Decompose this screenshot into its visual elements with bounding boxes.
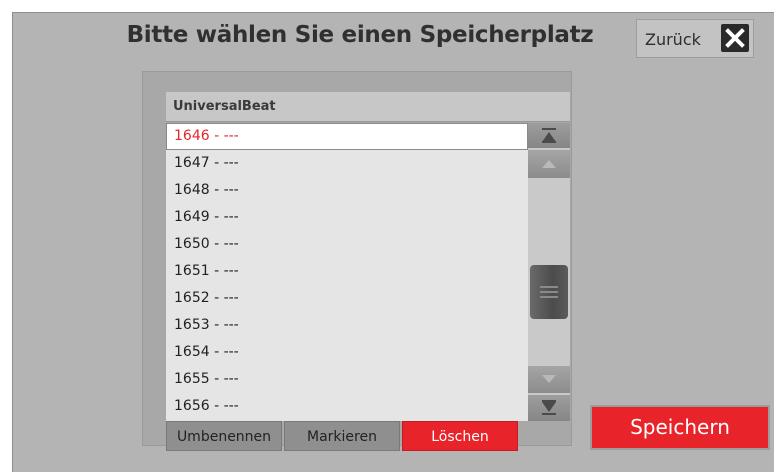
list-header: UniversalBeat	[166, 92, 570, 122]
list-item-label: 1649 - ---	[174, 209, 239, 225]
list-header-label: UniversalBeat	[173, 99, 276, 114]
scroll-up-button[interactable]	[528, 150, 570, 178]
scroll-to-bottom-icon	[542, 400, 556, 415]
list-item-label: 1653 - ---	[174, 317, 239, 333]
list-item[interactable]: 1653 - ---	[166, 312, 528, 339]
list-item-label: 1656 - ---	[174, 398, 239, 414]
list-scrollbar[interactable]	[528, 123, 570, 421]
delete-button[interactable]: Löschen	[402, 421, 518, 451]
scroll-down-icon	[542, 375, 556, 383]
save-button[interactable]: Speichern	[590, 405, 770, 450]
close-icon[interactable]	[721, 24, 749, 52]
list-item[interactable]: 1648 - ---	[166, 177, 528, 204]
list-item[interactable]: 1652 - ---	[166, 285, 528, 312]
list-item-label: 1652 - ---	[174, 290, 239, 306]
list-item[interactable]: 1654 - ---	[166, 339, 528, 366]
list-item-label: 1651 - ---	[174, 263, 239, 279]
list-item-label: 1654 - ---	[174, 344, 239, 360]
list-item-selected[interactable]: 1646 - ---	[166, 123, 528, 150]
thumb-grip-line	[540, 291, 558, 293]
list-item-label: 1646 - ---	[174, 128, 239, 144]
mark-button[interactable]: Markieren	[284, 421, 400, 451]
dialog-title: Bitte wählen Sie einen Speicherplatz	[126, 22, 594, 48]
list-item-label: 1655 - ---	[174, 371, 239, 387]
list-item[interactable]: 1647 - ---	[166, 150, 528, 177]
list-item[interactable]: 1655 - ---	[166, 366, 528, 393]
scroll-up-icon	[542, 160, 556, 168]
scroll-to-top-icon	[542, 128, 556, 143]
scroll-to-top-button[interactable]	[528, 123, 570, 148]
rename-button[interactable]: Umbenennen	[166, 421, 282, 451]
list-item[interactable]: 1650 - ---	[166, 231, 528, 258]
scroll-thumb[interactable]	[530, 265, 568, 319]
back-button-label: Zurück	[645, 30, 701, 49]
thumb-grip-line	[540, 286, 558, 288]
memory-slot-list: 1646 - --- 1647 - --- 1648 - --- 1649 - …	[166, 123, 528, 421]
list-item-label: 1648 - ---	[174, 182, 239, 198]
list-item[interactable]: 1651 - ---	[166, 258, 528, 285]
back-button[interactable]: Zurück	[636, 19, 754, 58]
scroll-to-bottom-button[interactable]	[528, 395, 570, 421]
thumb-grip-line	[540, 296, 558, 298]
list-item[interactable]: 1649 - ---	[166, 204, 528, 231]
list-item[interactable]: 1656 - ---	[166, 393, 528, 420]
scroll-down-button[interactable]	[528, 366, 570, 393]
list-item-label: 1650 - ---	[174, 236, 239, 252]
list-item-label: 1647 - ---	[174, 155, 239, 171]
